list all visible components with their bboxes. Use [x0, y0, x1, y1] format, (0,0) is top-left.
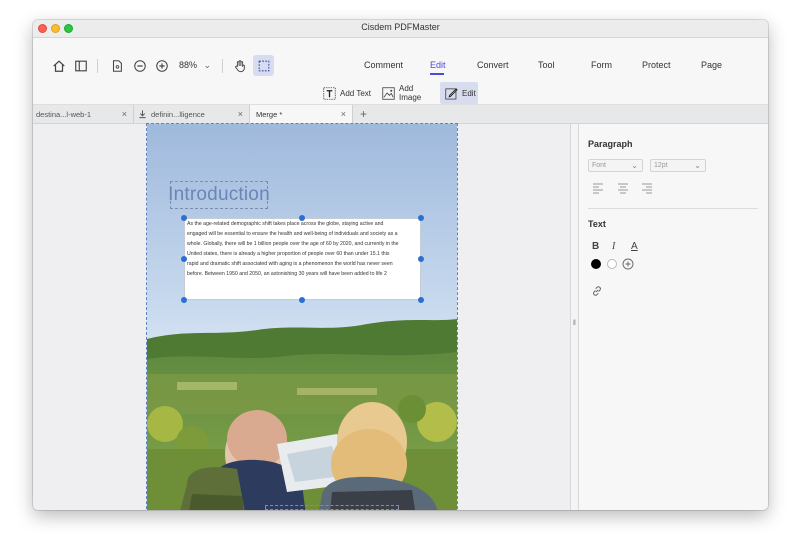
paragraph-line: before. Between 1950 and 2050, an astoni…	[187, 271, 387, 277]
link-icon[interactable]	[591, 285, 603, 297]
add-text-button[interactable]: Add Text	[323, 82, 371, 104]
paragraph-line: United states, there is already a higher…	[187, 251, 390, 257]
menu-convert[interactable]: Convert	[477, 60, 509, 70]
close-icon[interactable]: ×	[122, 109, 127, 119]
font-select[interactable]: Font ⌄	[588, 159, 643, 172]
font-placeholder: Font	[592, 162, 607, 169]
paragraph-line: rapid and dramatic shift associated with…	[187, 261, 393, 267]
page-selection-outline	[265, 505, 399, 510]
menu-edit[interactable]: Edit	[430, 60, 446, 70]
text-title: Text	[588, 219, 606, 229]
tab-destination[interactable]: destina...l-web-1 ×	[33, 105, 134, 123]
tab-label: Merge *	[256, 109, 283, 119]
zoom-in-icon[interactable]	[154, 58, 170, 74]
paragraph-text-box[interactable]: As the age-related demographic shift tak…	[184, 218, 421, 300]
align-left-icon[interactable]	[592, 182, 604, 194]
selection-icon	[256, 58, 272, 74]
chevron-down-icon: ⌄	[203, 60, 212, 70]
app-window: Cisdem PDFMaster 88% ⌄ Comment Edit Conv…	[33, 20, 768, 510]
zoom-select[interactable]: 88% ⌄	[179, 60, 211, 71]
resize-handle[interactable]	[418, 256, 424, 262]
paragraph-line: engaged will be essential to ensure the …	[187, 231, 398, 237]
edit-icon	[445, 87, 458, 100]
menu-protect[interactable]: Protect	[642, 60, 671, 70]
resize-handle[interactable]	[181, 215, 187, 221]
color-white-swatch[interactable]	[607, 259, 617, 269]
drag-handle-icon: ‖	[573, 320, 576, 327]
resize-handle[interactable]	[299, 297, 305, 303]
resize-handle[interactable]	[181, 256, 187, 262]
active-menu-indicator	[430, 73, 444, 75]
home-icon[interactable]	[51, 58, 67, 74]
panel-splitter[interactable]: ‖	[570, 124, 579, 510]
resize-handle[interactable]	[418, 215, 424, 221]
document-area: Introduction As the age-related demograp…	[33, 123, 570, 510]
italic-button[interactable]: I	[612, 241, 615, 252]
add-text-icon	[323, 86, 336, 100]
align-right-icon[interactable]	[641, 182, 653, 194]
window-title: Cisdem PDFMaster	[361, 22, 440, 32]
close-icon[interactable]: ×	[238, 109, 243, 119]
menu-comment[interactable]: Comment	[364, 60, 403, 70]
close-icon[interactable]: ×	[341, 109, 346, 119]
tab-merge[interactable]: Merge * ×	[250, 105, 353, 123]
menu-tool[interactable]: Tool	[538, 60, 555, 70]
edit-label: Edit	[462, 88, 476, 98]
hand-icon[interactable]	[232, 58, 248, 74]
add-text-label: Add Text	[340, 88, 371, 98]
menu-page[interactable]: Page	[701, 60, 722, 70]
tab-label: destina...l-web-1	[36, 109, 92, 119]
chevron-down-icon: ⌄	[694, 161, 701, 170]
menu-form[interactable]: Form	[591, 60, 612, 70]
color-black-swatch[interactable]	[591, 259, 601, 269]
paragraph-line: whole. Globally, there will be 1 billion…	[187, 241, 399, 247]
toolbar-separator	[97, 59, 98, 73]
edit-button[interactable]: Edit	[440, 82, 478, 104]
size-placeholder: 12pt	[654, 162, 668, 169]
tab-label: definin...lligence	[151, 109, 205, 119]
add-tab-icon[interactable]: +	[360, 107, 367, 121]
sidebar-icon[interactable]	[73, 58, 89, 74]
pdf-page: Introduction As the age-related demograp…	[146, 123, 458, 510]
properties-panel: Paragraph Font ⌄ 12pt ⌄ Text B I A	[579, 124, 768, 510]
title-bar: Cisdem PDFMaster	[33, 20, 768, 38]
tab-defining[interactable]: definin...lligence ×	[134, 105, 250, 123]
align-center-icon[interactable]	[617, 182, 629, 194]
selection-button[interactable]	[253, 55, 274, 76]
resize-handle[interactable]	[418, 297, 424, 303]
bold-button[interactable]: B	[592, 241, 599, 252]
resize-handle[interactable]	[299, 215, 305, 221]
add-image-button[interactable]: Add Image	[382, 82, 436, 104]
introduction-heading[interactable]: Introduction	[168, 181, 270, 209]
zoom-level: 88%	[179, 60, 198, 70]
underline-button[interactable]: A	[631, 241, 638, 252]
paragraph-title: Paragraph	[588, 139, 633, 149]
panel-divider	[588, 208, 758, 209]
resize-handle[interactable]	[181, 297, 187, 303]
toolbar: 88% ⌄ Comment Edit Convert Tool Form Pro…	[33, 38, 768, 105]
add-image-icon	[382, 86, 395, 100]
add-color-icon[interactable]	[622, 258, 634, 270]
toolbar-separator	[222, 59, 223, 73]
tab-bar: destina...l-web-1 × definin...lligence ×…	[33, 105, 768, 124]
chevron-down-icon: ⌄	[631, 161, 638, 170]
zoom-out-icon[interactable]	[132, 58, 148, 74]
add-image-label: Add Image	[399, 84, 422, 102]
download-icon	[138, 109, 147, 119]
font-size-select[interactable]: 12pt ⌄	[650, 159, 706, 172]
page-icon[interactable]	[109, 58, 125, 74]
